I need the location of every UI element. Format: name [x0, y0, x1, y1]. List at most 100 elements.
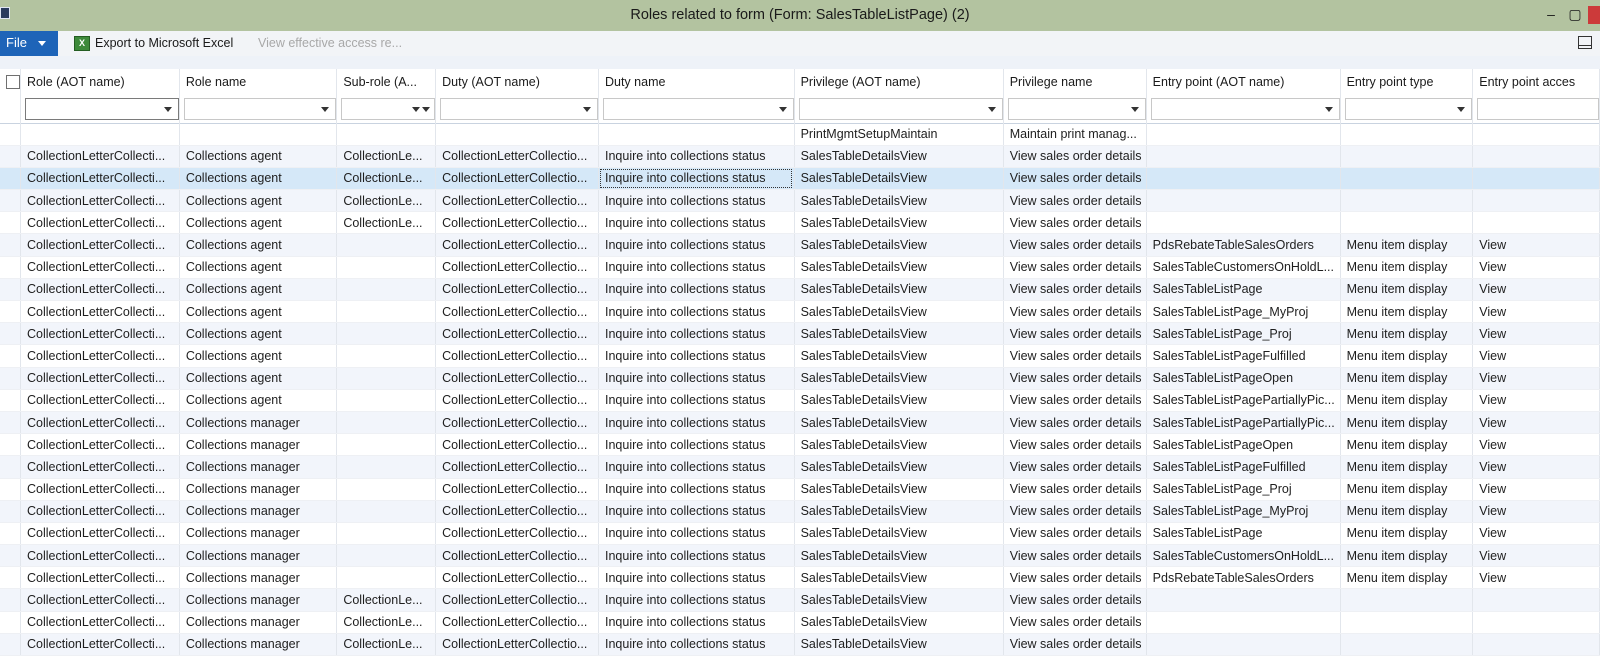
table-cell[interactable]: SalesTableCustomersOnHoldL... — [1146, 256, 1341, 279]
table-cell[interactable] — [1340, 167, 1474, 191]
table-cell[interactable]: View — [1472, 522, 1600, 546]
table-cell[interactable]: CollectionLe... — [336, 211, 437, 235]
table-cell[interactable] — [1340, 588, 1474, 612]
column-header[interactable]: Entry point acces — [1472, 69, 1600, 95]
table-row[interactable]: CollectionLetterCollecti... Collections m… — [0, 544, 1600, 568]
chevron-down-icon[interactable] — [1324, 106, 1333, 112]
table-cell[interactable] — [336, 566, 437, 590]
table-cell[interactable]: Collections manager — [179, 478, 338, 501]
table-cell[interactable]: CollectionLetterCollecti... — [20, 455, 180, 479]
column-header[interactable]: Privilege (AOT name) — [794, 69, 1004, 95]
row-selector[interactable] — [0, 367, 21, 390]
table-cell[interactable]: CollectionLetterCollecti... — [20, 145, 180, 168]
table-cell[interactable]: SalesTableDetailsView — [794, 344, 1004, 368]
table-cell[interactable]: Inquire into collections status — [598, 189, 795, 213]
table-cell[interactable] — [336, 278, 437, 302]
table-row[interactable]: CollectionLetterCollecti... Collections m… — [0, 455, 1600, 479]
column-header[interactable]: Entry point (AOT name) — [1146, 69, 1341, 95]
table-cell[interactable]: Collections agent — [179, 389, 338, 412]
maximize-button[interactable]: ▢ — [1564, 3, 1586, 25]
table-cell[interactable]: CollectionLetterCollecti... — [20, 478, 180, 501]
select-all-checkbox[interactable] — [0, 69, 21, 95]
table-cell[interactable]: Inquire into collections status — [598, 145, 795, 168]
table-cell[interactable]: Inquire into collections status — [598, 300, 795, 324]
table-cell[interactable]: View sales order details — [1003, 411, 1147, 435]
column-header[interactable]: Role (AOT name) — [20, 69, 180, 95]
table-cell[interactable]: View — [1472, 544, 1600, 568]
table-cell[interactable] — [336, 411, 437, 435]
table-cell[interactable]: Menu item display — [1340, 278, 1474, 302]
table-cell[interactable]: Inquire into collections status — [598, 344, 795, 368]
table-cell[interactable] — [20, 122, 180, 146]
table-row[interactable]: CollectionLetterCollecti... Collections a… — [0, 300, 1600, 324]
chevron-down-icon[interactable] — [1457, 106, 1466, 112]
table-cell[interactable]: View — [1472, 455, 1600, 479]
table-cell[interactable] — [336, 256, 437, 279]
table-cell[interactable]: CollectionLetterCollectio... — [435, 588, 599, 612]
table-cell[interactable] — [336, 367, 437, 390]
table-cell[interactable]: View sales order details — [1003, 300, 1147, 324]
table-cell[interactable] — [1472, 611, 1600, 634]
table-cell[interactable]: Collections manager — [179, 588, 338, 612]
table-cell[interactable]: CollectionLetterCollecti... — [20, 322, 180, 346]
row-selector[interactable] — [0, 411, 21, 435]
table-cell[interactable]: Menu item display — [1340, 544, 1474, 568]
table-cell[interactable]: Inquire into collections status — [598, 233, 795, 257]
table-row[interactable]: CollectionLetterCollecti... Collections m… — [0, 433, 1600, 457]
table-cell[interactable] — [336, 478, 437, 501]
table-cell[interactable]: SalesTableDetailsView — [794, 389, 1004, 412]
table-cell[interactable]: CollectionLe... — [336, 611, 437, 634]
table-cell[interactable]: Inquire into collections status — [598, 478, 795, 501]
table-cell[interactable]: CollectionLetterCollectio... — [435, 233, 599, 257]
table-cell[interactable]: Menu item display — [1340, 433, 1474, 457]
table-row[interactable]: CollectionLetterCollecti... Collections a… — [0, 233, 1600, 257]
table-row[interactable]: CollectionLetterCollecti... Collections m… — [0, 611, 1600, 634]
table-row[interactable]: CollectionLetterCollecti... Collections a… — [0, 367, 1600, 390]
table-row[interactable]: CollectionLetterCollecti... Collections a… — [0, 344, 1600, 368]
table-cell[interactable] — [1472, 167, 1600, 191]
table-cell[interactable] — [1472, 633, 1600, 657]
table-cell[interactable]: Collections agent — [179, 278, 338, 302]
filter-input[interactable] — [1150, 97, 1340, 120]
table-cell[interactable]: Inquire into collections status — [598, 256, 795, 279]
chevron-down-icon[interactable] — [987, 106, 996, 112]
table-cell[interactable]: View sales order details — [1003, 256, 1147, 279]
table-cell[interactable]: CollectionLetterCollectio... — [435, 189, 599, 213]
table-cell[interactable]: View sales order details — [1003, 478, 1147, 501]
row-selector[interactable] — [0, 455, 21, 479]
row-selector[interactable] — [0, 211, 21, 235]
table-cell[interactable]: SalesTableDetailsView — [794, 167, 1004, 191]
table-row[interactable]: CollectionLetterCollecti... Collections a… — [0, 389, 1600, 412]
table-cell[interactable] — [1146, 145, 1341, 168]
table-cell[interactable]: SalesTableDetailsView — [794, 145, 1004, 168]
table-cell[interactable]: SalesTableDetailsView — [794, 300, 1004, 324]
table-cell[interactable]: Collections manager — [179, 500, 338, 523]
table-cell[interactable] — [435, 122, 599, 146]
row-selector[interactable] — [0, 633, 21, 657]
table-cell[interactable]: CollectionLetterCollectio... — [435, 522, 599, 546]
table-cell[interactable]: Menu item display — [1340, 411, 1474, 435]
table-row[interactable]: CollectionLetterCollecti... Collections a… — [0, 278, 1600, 302]
table-cell[interactable]: CollectionLetterCollectio... — [435, 389, 599, 412]
table-cell[interactable]: CollectionLetterCollecti... — [20, 566, 180, 590]
table-cell[interactable]: SalesTableDetailsView — [794, 433, 1004, 457]
table-cell[interactable]: SalesTableDetailsView — [794, 588, 1004, 612]
table-cell[interactable]: SalesTableListPage_MyProj — [1146, 500, 1341, 523]
table-cell[interactable] — [1472, 211, 1600, 235]
table-cell[interactable]: SalesTableDetailsView — [794, 544, 1004, 568]
table-cell[interactable]: CollectionLe... — [336, 189, 437, 213]
table-cell[interactable]: Inquire into collections status — [598, 411, 795, 435]
table-row[interactable]: CollectionLetterCollecti... Collections a… — [0, 167, 1600, 191]
table-cell[interactable] — [1146, 211, 1341, 235]
table-cell[interactable] — [1340, 189, 1474, 213]
table-cell[interactable] — [179, 122, 338, 146]
table-cell[interactable]: SalesTableDetailsView — [794, 211, 1004, 235]
table-cell[interactable]: Collections agent — [179, 233, 338, 257]
row-selector[interactable] — [0, 145, 21, 168]
table-cell[interactable]: Collections manager — [179, 566, 338, 590]
row-selector[interactable] — [0, 566, 21, 590]
chevron-down-icon[interactable] — [422, 106, 431, 112]
table-cell[interactable]: SalesTableListPagePartiallyPic... — [1146, 389, 1341, 412]
table-cell[interactable]: View sales order details — [1003, 433, 1147, 457]
table-cell[interactable]: CollectionLetterCollectio... — [435, 278, 599, 302]
